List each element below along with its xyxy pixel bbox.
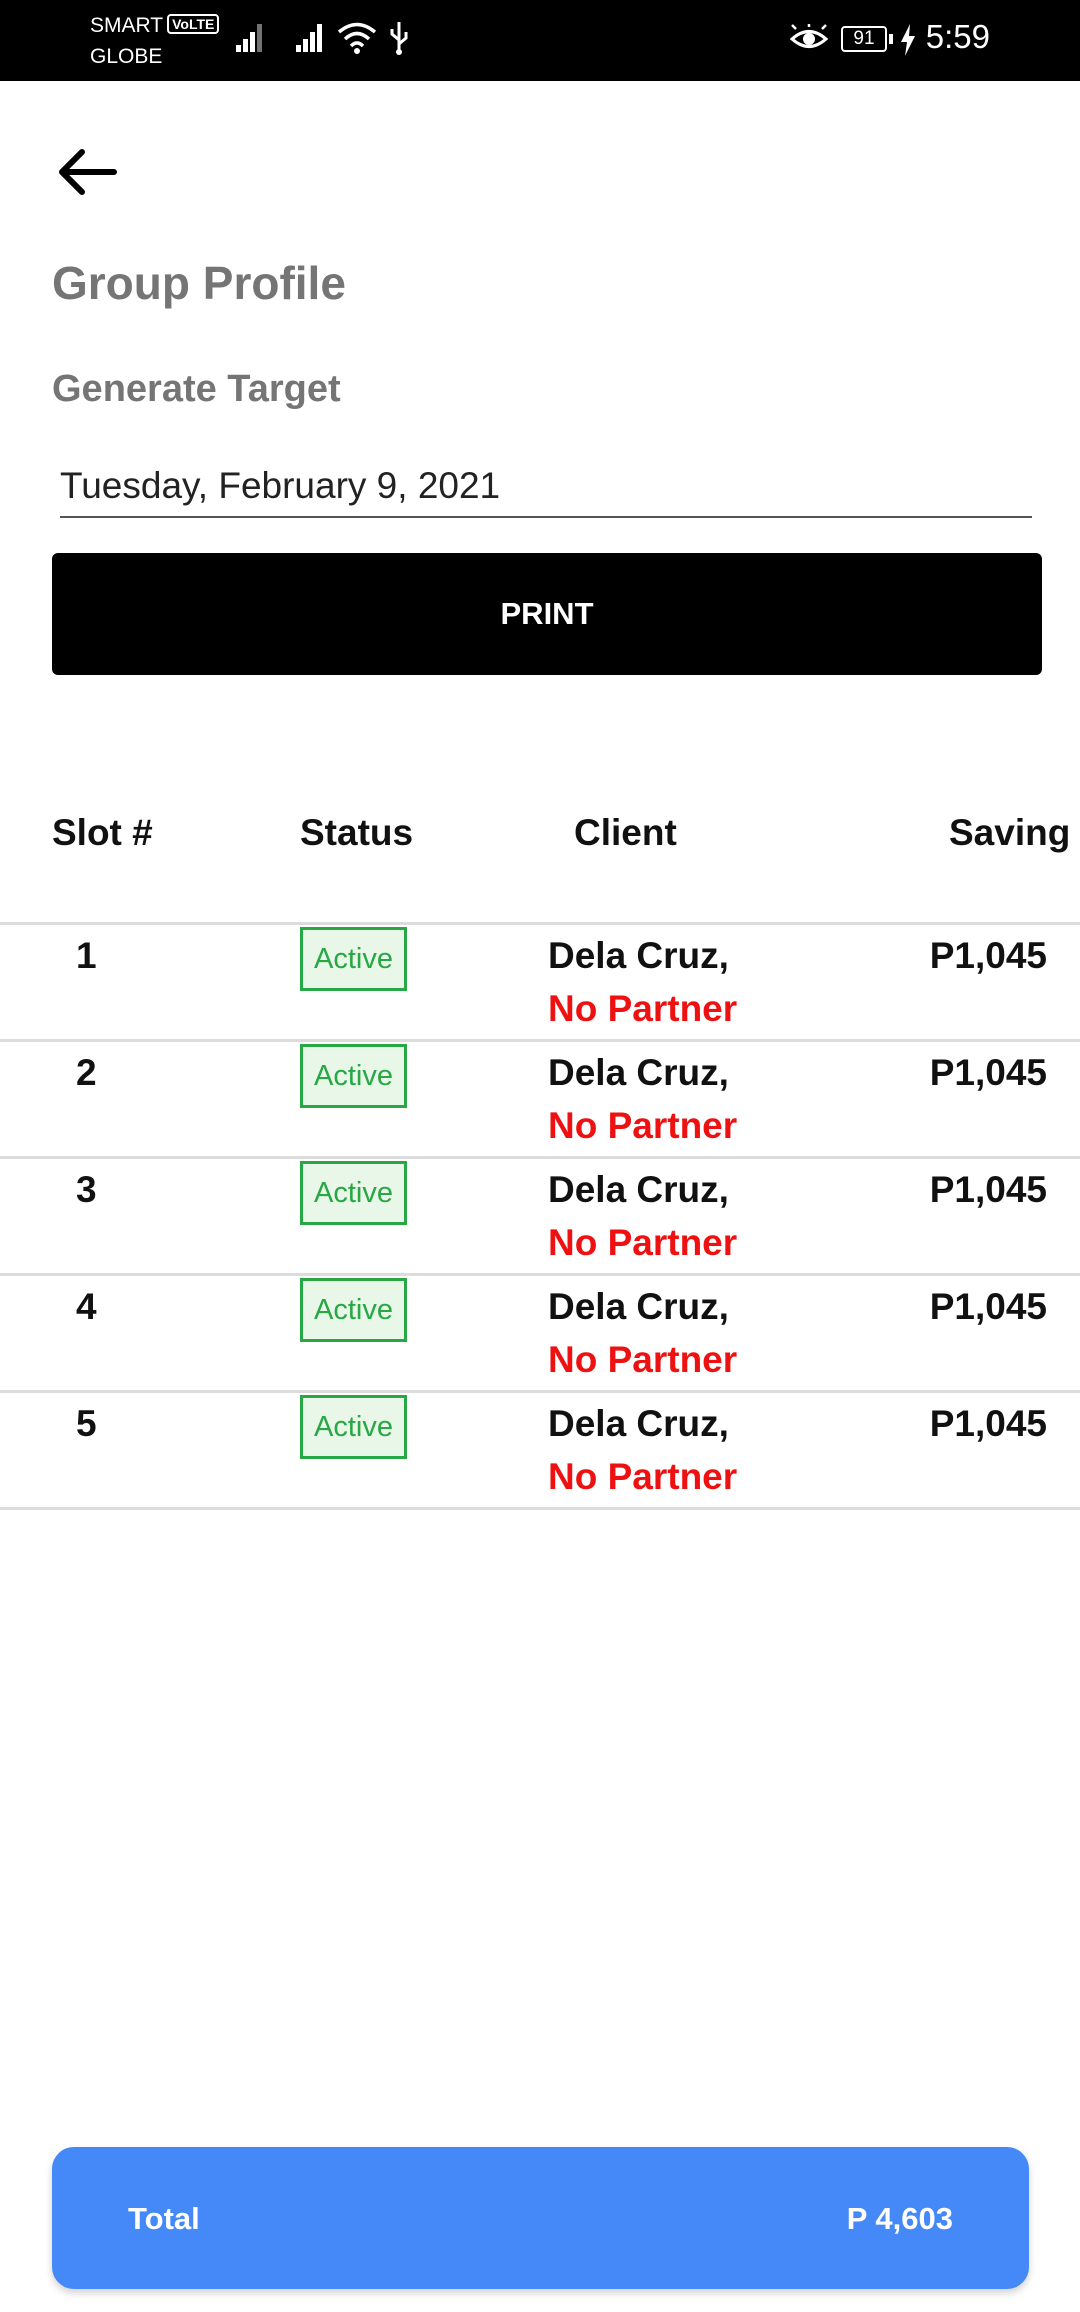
back-arrow-icon[interactable] xyxy=(52,142,122,202)
table-row[interactable]: 3 Active Dela Cruz, No Partner P1,045 xyxy=(0,1156,1080,1273)
partner-status: No Partner xyxy=(548,988,738,1029)
total-label: Total xyxy=(128,2201,200,2236)
client-name: Dela Cruz, xyxy=(548,1052,729,1093)
saving-amount: P1,045 xyxy=(929,1403,1047,1444)
client-name: Dela Cruz, xyxy=(548,1286,729,1327)
carrier-globe: GLOBE xyxy=(90,45,163,68)
wifi-icon xyxy=(337,22,377,54)
saving-amount: P1,045 xyxy=(929,1169,1047,1210)
date-field[interactable]: Tuesday, February 9, 2021 xyxy=(60,460,1032,518)
column-header-status: Status xyxy=(300,812,414,853)
carrier-info: SMART VoLTE GLOBE xyxy=(90,10,220,72)
partner-status: No Partner xyxy=(548,1222,738,1263)
slot-number: 1 xyxy=(76,935,97,976)
table-row[interactable]: 4 Active Dela Cruz, No Partner P1,045 xyxy=(0,1273,1080,1390)
usb-icon xyxy=(390,22,408,55)
column-header-saving: Saving xyxy=(949,812,1071,853)
saving-amount: P1,045 xyxy=(929,935,1047,976)
section-label: Generate Target xyxy=(52,368,341,410)
status-badge: Active xyxy=(300,1395,407,1459)
slot-table: 1 Active Dela Cruz, No Partner P1,045 2 … xyxy=(0,922,1080,1510)
battery-icon: 91 xyxy=(841,26,887,52)
slot-number: 5 xyxy=(76,1403,97,1444)
slot-number: 4 xyxy=(76,1286,97,1327)
client-name: Dela Cruz, xyxy=(548,1403,729,1444)
slot-number: 2 xyxy=(76,1052,97,1093)
total-bar[interactable]: Total P 4,603 xyxy=(52,2147,1029,2289)
status-bar: SMART VoLTE GLOBE 91 5:59 xyxy=(0,0,1080,81)
battery-tip xyxy=(889,34,893,44)
saving-amount: P1,045 xyxy=(929,1052,1047,1093)
table-row[interactable]: 5 Active Dela Cruz, No Partner P1,045 xyxy=(0,1390,1080,1510)
partner-status: No Partner xyxy=(548,1339,738,1380)
table-row[interactable]: 2 Active Dela Cruz, No Partner P1,045 xyxy=(0,1039,1080,1156)
slot-number: 3 xyxy=(76,1169,97,1210)
status-badge: Active xyxy=(300,1044,407,1108)
client-name: Dela Cruz, xyxy=(548,1169,729,1210)
eye-icon xyxy=(790,24,828,48)
signal-icon xyxy=(236,22,266,52)
status-badge: Active xyxy=(300,1278,407,1342)
status-badge: Active xyxy=(300,1161,407,1225)
volte-badge: VoLTE xyxy=(167,14,220,34)
status-badge: Active xyxy=(300,927,407,991)
signal-icon xyxy=(296,22,326,52)
partner-status: No Partner xyxy=(548,1105,738,1146)
saving-amount: P1,045 xyxy=(929,1286,1047,1327)
clock: 5:59 xyxy=(925,18,990,55)
column-header-slot: Slot # xyxy=(52,812,153,853)
print-button[interactable]: PRINT xyxy=(52,553,1042,675)
page-title: Group Profile xyxy=(52,257,346,309)
charging-icon xyxy=(901,24,915,56)
partner-status: No Partner xyxy=(548,1456,738,1497)
column-header-client: Client xyxy=(574,812,677,853)
carrier-smart: SMART xyxy=(90,14,164,37)
total-value: P 4,603 xyxy=(846,2201,953,2236)
table-row[interactable]: 1 Active Dela Cruz, No Partner P1,045 xyxy=(0,922,1080,1039)
client-name: Dela Cruz, xyxy=(548,935,729,976)
